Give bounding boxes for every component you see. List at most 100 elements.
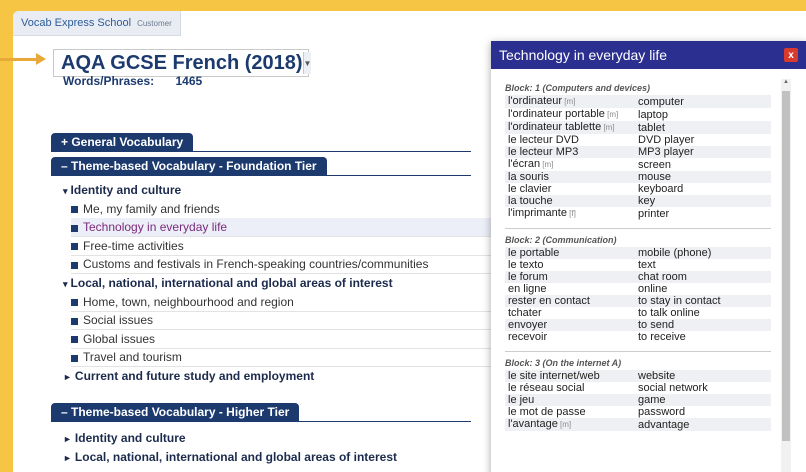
words-label: Words/Phrases: bbox=[63, 74, 155, 88]
topic-item[interactable]: Customs and festivals in French-speaking… bbox=[71, 255, 495, 275]
square-bullet-icon bbox=[71, 224, 78, 232]
english-term: screen bbox=[638, 158, 672, 171]
vocab-row: la souris mouse bbox=[505, 171, 771, 183]
english-term: MP3 player bbox=[638, 146, 694, 158]
vocab-row: l'ordinateur [m] computer bbox=[505, 95, 771, 108]
block-label: Block: 3 (On the internet A) bbox=[505, 358, 622, 368]
gender-tag: [m] bbox=[601, 123, 615, 132]
caret-right-icon: ► bbox=[63, 434, 72, 444]
topic-item-label: Technology in everyday life bbox=[83, 220, 228, 235]
vocab-row: le texto text bbox=[505, 259, 771, 271]
topic-item[interactable]: Technology in everyday life bbox=[71, 218, 495, 238]
french-term: tchater bbox=[508, 307, 542, 319]
topic-item-label: Travel and tourism bbox=[83, 350, 182, 365]
english-term: to talk online bbox=[638, 307, 700, 319]
course-select[interactable]: AQA GCSE French (2018) ▼ bbox=[53, 49, 312, 77]
english-term: to stay in contact bbox=[638, 295, 721, 307]
vocab-row: l'ordinateur portable [m] laptop bbox=[505, 108, 771, 121]
gender-tag: [m] bbox=[562, 97, 576, 106]
section-rule bbox=[51, 421, 471, 422]
app-window: Vocab Express School Customer AQA GCSE F… bbox=[13, 11, 806, 472]
tree-heading[interactable]: ► Current and future study and employment bbox=[63, 367, 314, 385]
french-term: l'ordinateur tablette [m] bbox=[508, 121, 615, 133]
top-bar: Vocab Express School Customer bbox=[13, 11, 806, 36]
english-term: to receive bbox=[638, 331, 686, 343]
square-bullet-icon bbox=[71, 243, 78, 251]
scroll-up-icon[interactable]: ▲ bbox=[782, 79, 790, 89]
vocab-row: rester en contact to stay in contact bbox=[505, 295, 771, 307]
french-term: l'ordinateur portable [m] bbox=[508, 108, 619, 120]
french-term: le clavier bbox=[508, 183, 552, 195]
french-term: la souris bbox=[508, 171, 549, 183]
topic-item[interactable]: Home, town, neighbourhood and region bbox=[71, 293, 495, 312]
english-term: key bbox=[638, 195, 656, 207]
chevron-down-icon[interactable]: ▼ bbox=[302, 52, 312, 74]
square-bullet-icon bbox=[71, 298, 78, 306]
square-bullet-icon bbox=[71, 317, 78, 325]
section-higher-tier[interactable]: – Theme-based Vocabulary - Higher Tier bbox=[51, 403, 300, 421]
english-term: keyboard bbox=[638, 183, 684, 195]
english-term: tablet bbox=[638, 121, 665, 134]
vocab-row: l'écran [m] screen bbox=[505, 158, 771, 171]
gender-tag: [f] bbox=[566, 209, 576, 218]
french-term: le site internet/web bbox=[508, 370, 600, 382]
section-rule bbox=[51, 151, 471, 152]
vocab-row: recevoir to receive bbox=[505, 331, 771, 343]
tree-heading[interactable]: ▾ Local, national, international and glob… bbox=[63, 274, 393, 292]
section-foundation-tier[interactable]: – Theme-based Vocabulary - Foundation Ti… bbox=[51, 157, 327, 175]
french-term: le jeu bbox=[508, 394, 535, 406]
school-role: Customer bbox=[137, 18, 172, 28]
french-term: le texto bbox=[508, 259, 544, 271]
block-divider bbox=[505, 351, 771, 352]
french-term: le réseau social bbox=[508, 382, 585, 394]
french-term: recevoir bbox=[508, 331, 548, 343]
topic-item[interactable]: Me, my family and friends bbox=[71, 200, 495, 219]
topic-item-label: Me, my family and friends bbox=[83, 201, 220, 216]
close-icon[interactable]: x bbox=[784, 48, 798, 62]
caret-right-icon: ► bbox=[63, 372, 72, 382]
french-term: l'écran [m] bbox=[508, 158, 554, 170]
square-bullet-icon bbox=[71, 205, 78, 213]
tree-heading[interactable]: ► Identity and culture bbox=[63, 429, 186, 447]
caret-down-icon: ▾ bbox=[63, 279, 68, 289]
english-term: mouse bbox=[638, 171, 672, 183]
topic-item[interactable]: Social issues bbox=[71, 311, 495, 331]
course-title: AQA GCSE French (2018) bbox=[61, 51, 303, 74]
english-term: printer bbox=[638, 207, 670, 220]
vocab-popup: Technology in everyday life x Block: 1 (… bbox=[491, 41, 806, 472]
scroll-thumb[interactable] bbox=[782, 91, 790, 441]
vocab-row: le site internet/web website bbox=[505, 370, 771, 382]
english-term: computer bbox=[638, 95, 684, 108]
tree-heading[interactable]: ► Local, national, international and glob… bbox=[63, 448, 397, 466]
gender-tag: [m] bbox=[540, 160, 554, 169]
vocab-row: l'ordinateur tablette [m] tablet bbox=[505, 121, 771, 134]
topic-item[interactable]: Free-time activities bbox=[71, 237, 495, 256]
french-term: la touche bbox=[508, 195, 553, 207]
tree-heading[interactable]: ▾ Identity and culture bbox=[63, 181, 181, 199]
school-tab[interactable]: Vocab Express School Customer bbox=[13, 11, 181, 36]
block-label: Block: 1 (Computers and devices) bbox=[505, 83, 651, 93]
french-term: le forum bbox=[508, 271, 548, 283]
section-general-vocab[interactable]: + General Vocabulary bbox=[51, 133, 194, 151]
topic-item[interactable]: Global issues bbox=[71, 330, 495, 349]
topic-item-label: Home, town, neighbourhood and region bbox=[83, 294, 294, 309]
popup-scrollbar[interactable]: ▲ bbox=[781, 79, 791, 472]
school-name: Vocab Express School bbox=[21, 17, 132, 29]
vocab-row: le mot de passe password bbox=[505, 406, 771, 418]
vocab-list: le site internet/web website le réseau soc… bbox=[505, 370, 771, 431]
vocab-row: le portable mobile (phone) bbox=[505, 247, 771, 259]
french-term: le lecteur DVD bbox=[508, 134, 579, 146]
topic-item-label: Social issues bbox=[83, 313, 154, 328]
vocab-row: le jeu game bbox=[505, 394, 771, 406]
section-rule bbox=[51, 175, 471, 176]
english-term: game bbox=[638, 394, 666, 406]
vocab-row: le réseau social social network bbox=[505, 382, 771, 394]
topic-item[interactable]: Travel and tourism bbox=[71, 348, 495, 368]
vocab-row: en ligne online bbox=[505, 283, 771, 295]
french-term: l'imprimante [f] bbox=[508, 207, 576, 219]
tree-heading-label: Local, national, international and globa… bbox=[74, 449, 397, 464]
french-term: envoyer bbox=[508, 319, 548, 331]
popup-body: Block: 1 (Computers and devices) l'ordina… bbox=[505, 77, 771, 431]
french-term: rester en contact bbox=[508, 295, 590, 307]
caret-right-icon: ► bbox=[63, 452, 72, 463]
